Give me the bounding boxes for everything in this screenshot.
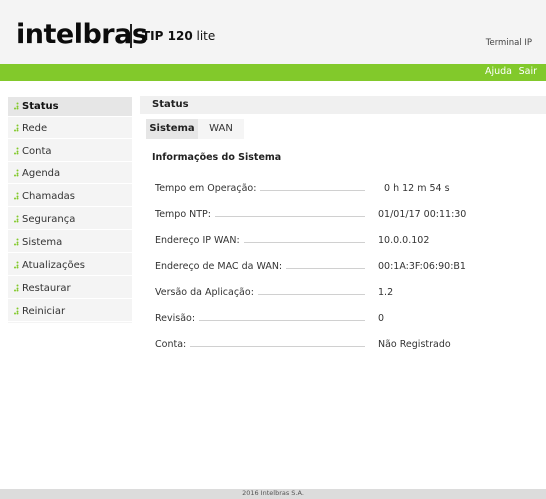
info-value: 1.2 (378, 287, 394, 298)
sidebar-item-sistema[interactable]: Sistema (8, 233, 132, 253)
sidebar-item-seguranca[interactable]: Segurança (8, 210, 132, 230)
sidebar-item-label: Conta (22, 146, 52, 157)
sidebar-item-conta[interactable]: Conta (8, 142, 132, 162)
section-title: Informações do Sistema (152, 152, 282, 163)
menu-bullet-icon (14, 147, 19, 155)
info-value: 10.0.0.102 (378, 235, 430, 246)
sidebar-item-status[interactable]: Status (8, 97, 132, 117)
tab-wan[interactable]: WAN (198, 119, 244, 139)
info-label: Versão da Aplicação: (155, 287, 258, 298)
info-row-ntp-time: Tempo NTP: 01/01/17 00:11:30 (155, 209, 546, 223)
menu-bullet-icon (14, 307, 19, 315)
page-title: Status (152, 99, 189, 110)
menu-bullet-icon (14, 215, 19, 223)
footer: 2016 Intelbras S.A. (0, 489, 546, 499)
menu-bullet-icon (14, 284, 19, 292)
logout-link[interactable]: Sair (519, 66, 537, 77)
info-row-uptime: Tempo em Operação: 0 h 12 m 54 s (155, 183, 546, 197)
device-model-suffix: lite (196, 29, 216, 43)
info-row-account: Conta: Não Registrado (155, 339, 546, 353)
sidebar-item-label: Sistema (22, 237, 63, 248)
leader-line (285, 268, 365, 269)
sidebar-item-chamadas[interactable]: Chamadas (8, 187, 132, 207)
menu-bullet-icon (14, 102, 19, 110)
leader-line (195, 320, 365, 321)
sidebar-item-label: Rede (22, 123, 48, 134)
info-label: Conta: (155, 339, 191, 350)
info-label: Revisão: (155, 313, 200, 324)
info-value: 01/01/17 00:11:30 (378, 209, 467, 220)
sidebar-item-label: Agenda (22, 168, 61, 179)
leader-line (235, 242, 365, 243)
info-value: Não Registrado (378, 339, 451, 350)
tab-label: Sistema (149, 123, 195, 134)
device-model-name: TIP 120 (142, 29, 193, 43)
intelbras-logo: intelbras (16, 19, 148, 50)
leader-line (190, 346, 365, 347)
info-row-wan-mac: Endereço de MAC da WAN: 00:1A:3F:06:90:B… (155, 261, 546, 275)
sidebar-item-atualizacoes[interactable]: Atualizações (8, 256, 132, 276)
logo-divider (130, 24, 132, 48)
tab-sistema[interactable]: Sistema (146, 119, 198, 139)
leader-line (245, 294, 365, 295)
menu-bullet-icon (14, 261, 19, 269)
sidebar-item-reiniciar[interactable]: Reiniciar (8, 302, 132, 322)
sidebar-menu: Status Rede Conta Agenda Chamadas Segura… (8, 97, 132, 323)
main-title-bar: Status (140, 96, 546, 114)
menu-bullet-icon (14, 124, 19, 132)
terminal-label: Terminal IP (485, 38, 532, 48)
tab-label: WAN (209, 123, 233, 134)
sidebar-item-label: Status (22, 101, 59, 112)
menu-bullet-icon (14, 192, 19, 200)
info-row-wan-ip: Endereço IP WAN: 10.0.0.102 (155, 235, 546, 249)
device-model: TIP 120 lite (142, 29, 215, 43)
info-label: Tempo em Operação: (155, 183, 261, 194)
sidebar-item-label: Restaurar (22, 283, 71, 294)
info-row-app-version: Versão da Aplicação: 1.2 (155, 287, 546, 301)
top-nav-bar: Ajuda Sair (0, 64, 546, 81)
sidebar-item-restaurar[interactable]: Restaurar (8, 279, 132, 299)
info-label: Endereço de MAC da WAN: (155, 261, 287, 272)
sidebar-item-agenda[interactable]: Agenda (8, 164, 132, 184)
sidebar-item-label: Chamadas (22, 191, 76, 202)
menu-bullet-icon (14, 169, 19, 177)
copyright-text: 2016 Intelbras S.A. (242, 489, 304, 497)
info-label: Tempo NTP: (155, 209, 215, 220)
sidebar-item-label: Reiniciar (22, 306, 66, 317)
header: intelbras TIP 120 lite Terminal IP (0, 0, 546, 64)
info-row-revision: Revisão: 0 (155, 313, 546, 327)
menu-bullet-icon (14, 238, 19, 246)
sidebar-item-label: Segurança (22, 214, 76, 225)
info-label: Endereço IP WAN: (155, 235, 244, 246)
sidebar-item-label: Atualizações (22, 260, 85, 271)
help-link[interactable]: Ajuda (485, 66, 512, 77)
sidebar-item-rede[interactable]: Rede (8, 119, 132, 139)
leader-line (205, 216, 365, 217)
info-value: 0 (378, 313, 385, 324)
info-value: 00:1A:3F:06:90:B1 (378, 261, 466, 272)
info-value: 0 h 12 m 54 s (384, 183, 450, 194)
